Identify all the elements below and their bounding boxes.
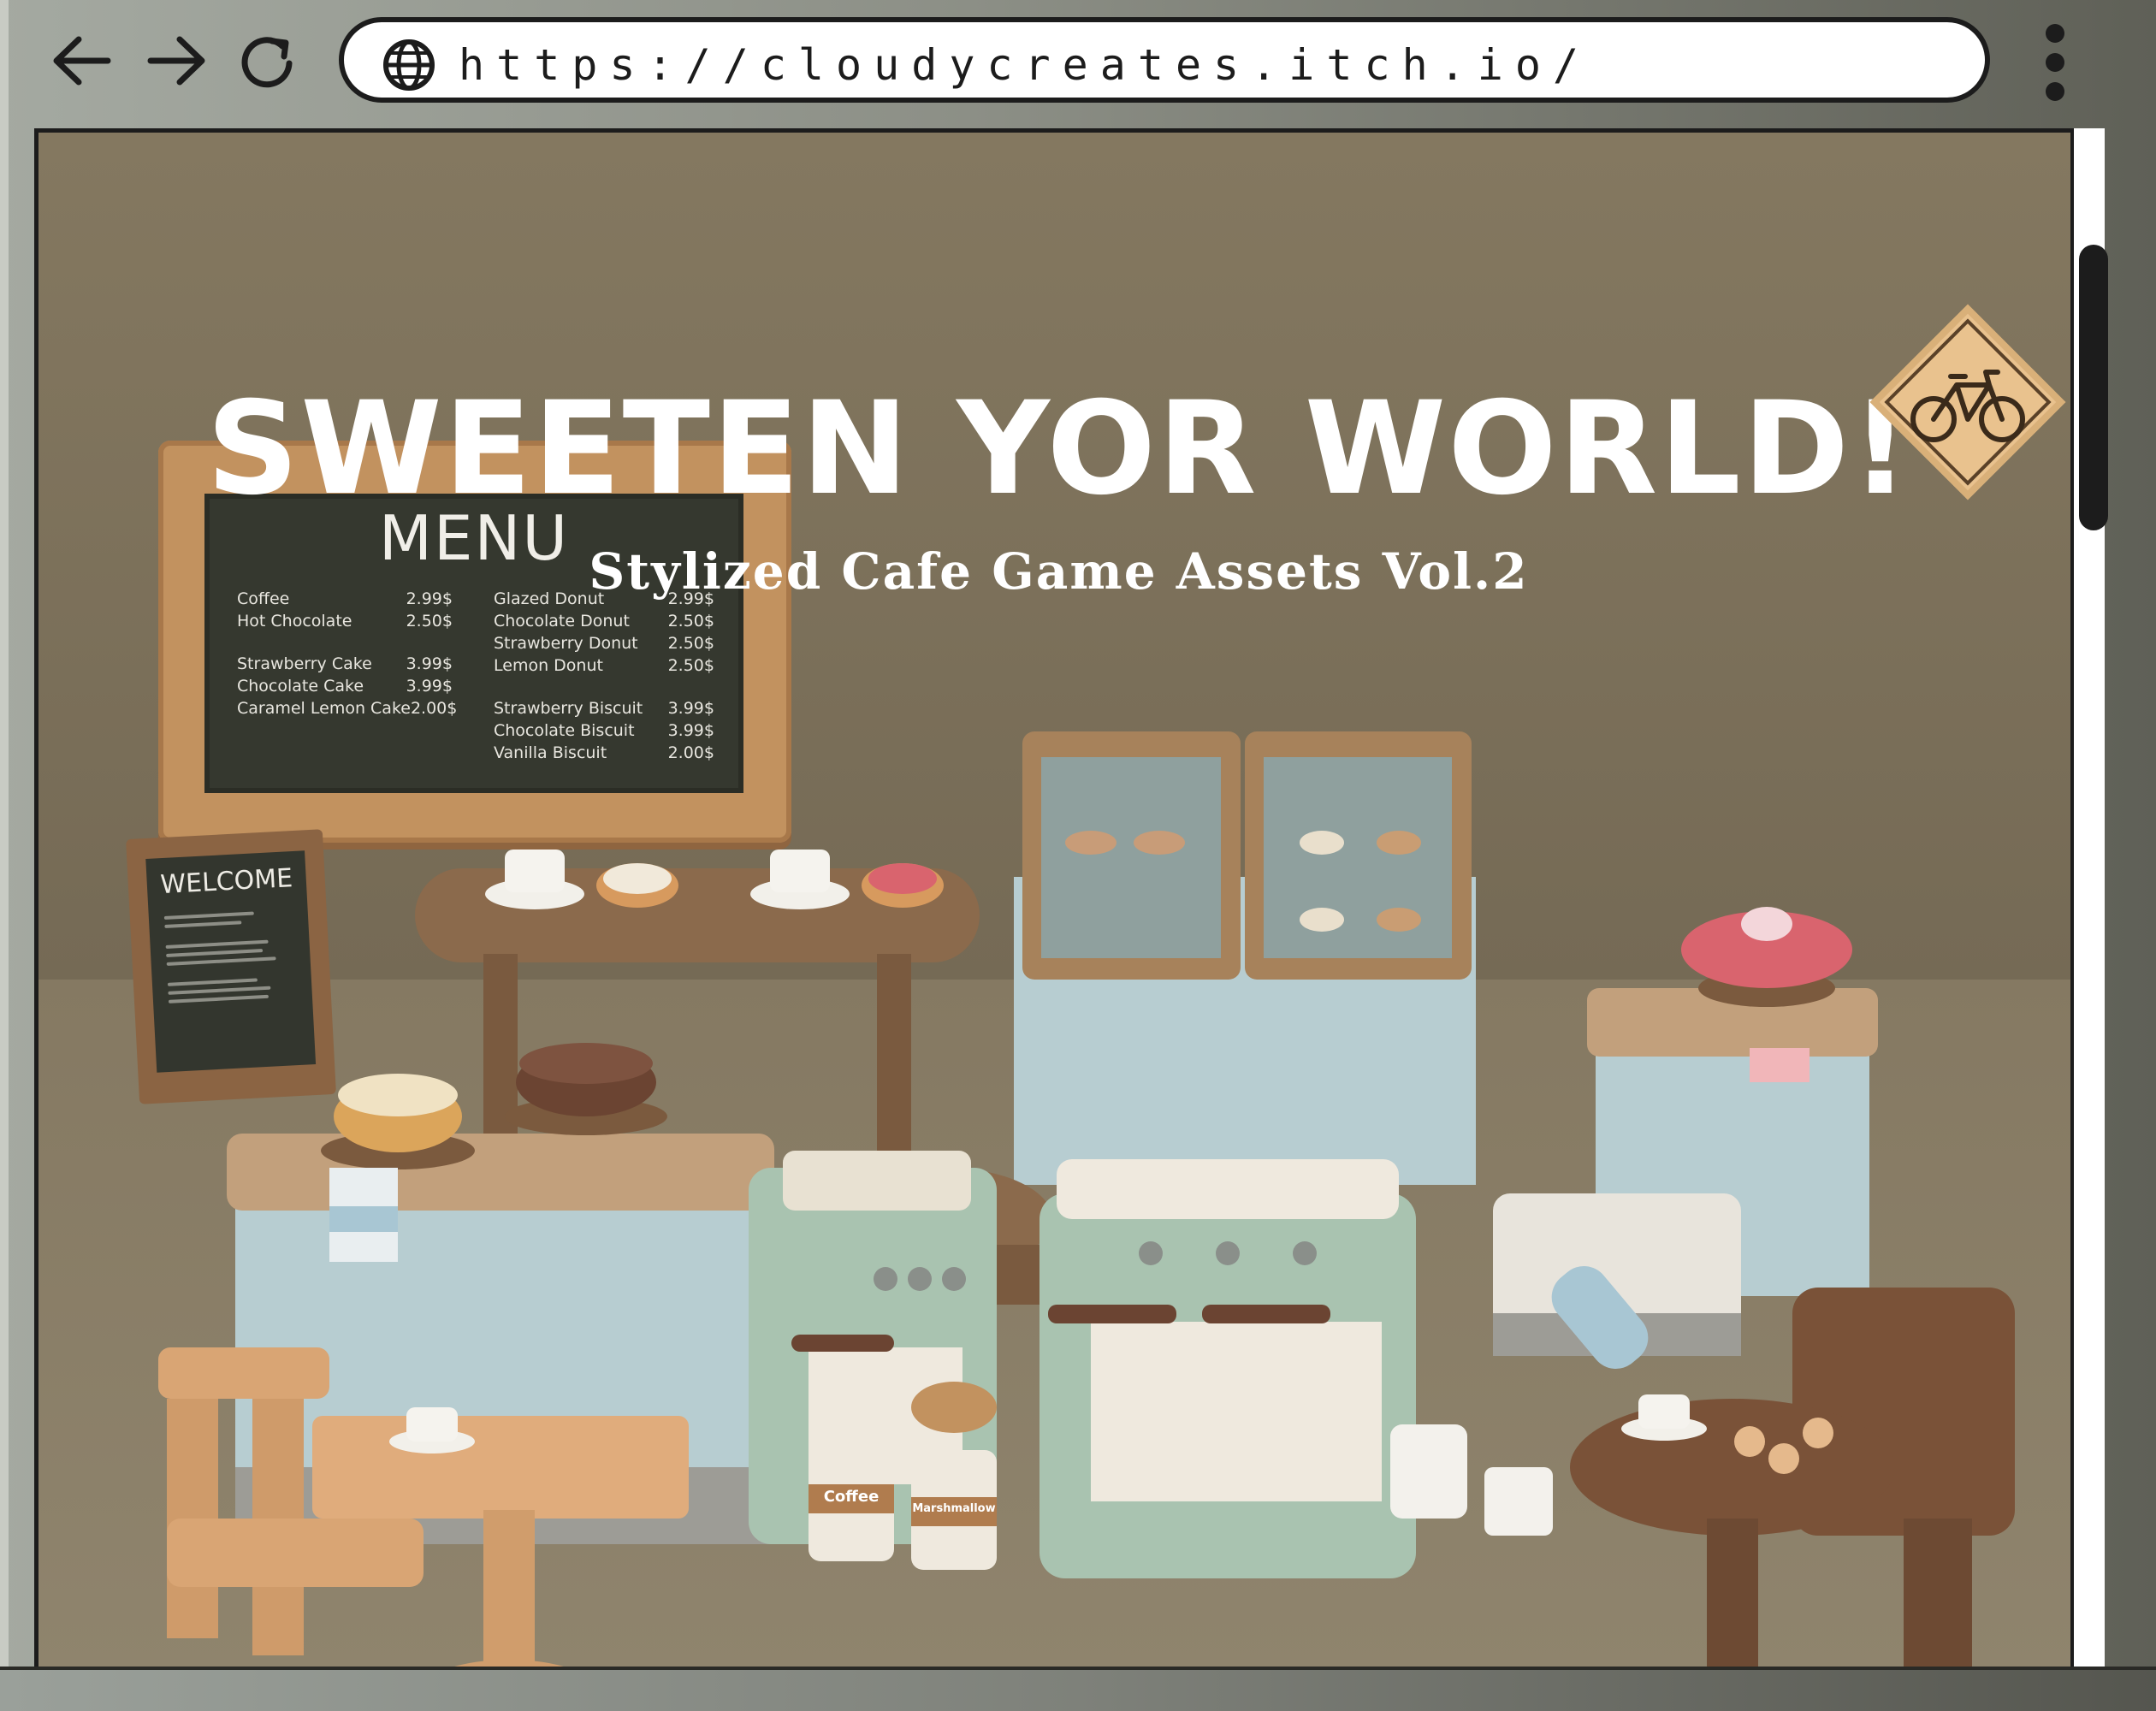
kebab-menu-button[interactable] xyxy=(2038,19,2072,111)
menu-chalkboard: MENU Coffee 2.99$ Hot Chocolate 2.50$ Stra… xyxy=(204,494,743,793)
menu-item: Caramel Lemon Cake 2.00$ xyxy=(237,699,458,718)
welcome-sign: WELCOME xyxy=(126,829,336,1104)
page-title: SWEETEN YOR WORLD! xyxy=(206,375,1911,524)
menu-left-column: Coffee 2.99$ Hot Chocolate 2.50$ Strawberr… xyxy=(237,588,458,719)
menu-item: Strawberry Donut 2.50$ xyxy=(494,634,714,653)
menu-item: Lemon Donut 2.50$ xyxy=(494,656,714,675)
menu-item: Hot Chocolate 2.50$ xyxy=(237,612,453,631)
menu-item: Chocolate Donut 2.50$ xyxy=(494,612,714,631)
welcome-menu-lines xyxy=(163,904,297,1009)
url-text: https://cloudycreates.itch.io/ xyxy=(459,40,1591,90)
menu-item: Vanilla Biscuit 2.00$ xyxy=(494,743,714,762)
menu-right-column: Glazed Donut 2.99$ Chocolate Donut 2.50$ S… xyxy=(494,588,714,764)
back-button[interactable] xyxy=(48,29,116,92)
browser-window: https://cloudycreates.itch.io/ MENU Coff… xyxy=(0,0,2156,1711)
welcome-title: WELCOME xyxy=(159,863,293,901)
reload-icon xyxy=(241,37,293,88)
menu-item: Chocolate Cake 3.99$ xyxy=(237,677,453,696)
globe-icon xyxy=(383,39,435,91)
kebab-menu-icon xyxy=(2046,24,2064,43)
menu-item: Strawberry Cake 3.99$ xyxy=(237,654,453,673)
coffee-jar-label: Coffee xyxy=(823,1488,880,1506)
address-bar[interactable]: https://cloudycreates.itch.io/ xyxy=(339,17,1990,103)
menu-item: Strawberry Biscuit 3.99$ xyxy=(494,699,714,718)
marshmallow-jar-label: Marshmallow xyxy=(912,1502,996,1515)
page-subtitle: Stylized Cafe Game Assets Vol.2 xyxy=(589,542,1529,601)
window-bottom-bar xyxy=(0,1667,2156,1711)
window-bezel xyxy=(0,0,9,1667)
forward-button[interactable] xyxy=(142,29,210,92)
welcome-chalkboard: WELCOME xyxy=(145,850,317,1073)
bicycle-sign xyxy=(1869,304,2066,500)
arrow-right-icon xyxy=(147,36,205,86)
scrollbar-thumb[interactable] xyxy=(2079,245,2108,530)
page-viewport: MENU Coffee 2.99$ Hot Chocolate 2.50$ Stra… xyxy=(34,128,2079,1667)
cafe-scene-illustration xyxy=(38,133,2075,1667)
menu-item: Chocolate Biscuit 3.99$ xyxy=(494,721,714,740)
arrow-left-icon xyxy=(53,36,111,86)
reload-button[interactable] xyxy=(233,29,301,92)
